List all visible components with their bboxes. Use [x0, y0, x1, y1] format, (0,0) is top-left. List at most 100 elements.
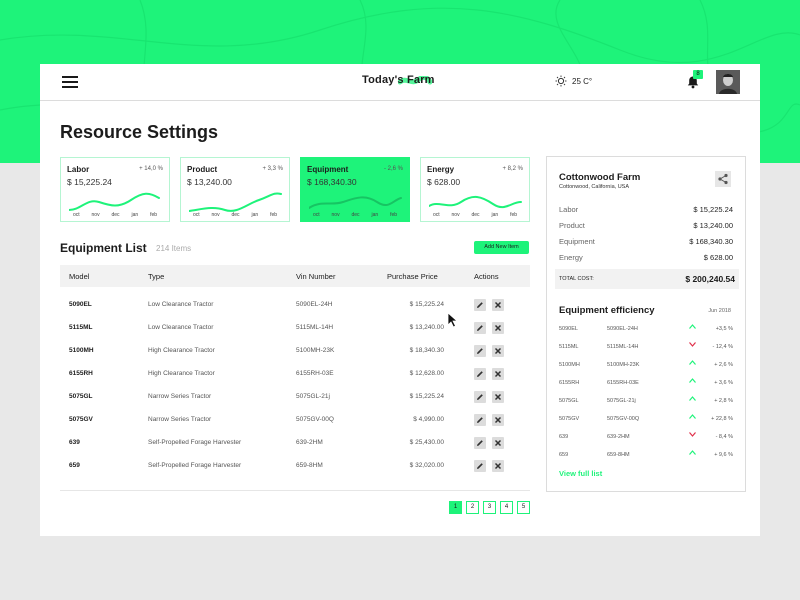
- page-button-1[interactable]: 1: [449, 501, 462, 514]
- page-button-5[interactable]: 5: [517, 501, 530, 514]
- farm-summary-panel: Cottonwood Farm Cottonwood, California, …: [546, 156, 746, 492]
- menu-icon[interactable]: [62, 76, 78, 88]
- page-button-2[interactable]: 2: [466, 501, 479, 514]
- stat-ticks: oct nov dec jan feb: [427, 212, 523, 218]
- efficiency-percent: + 3,6 %: [714, 380, 733, 386]
- efficiency-row: 5100MH 5100MH-23K + 2,6 %: [559, 360, 733, 372]
- stat-tick-label: nov: [451, 212, 460, 218]
- edit-button[interactable]: [474, 437, 486, 449]
- view-full-list-link[interactable]: View full list: [559, 469, 602, 478]
- trend-up-icon: [689, 414, 696, 419]
- edit-button[interactable]: [474, 414, 486, 426]
- delete-button[interactable]: [492, 414, 504, 426]
- efficiency-vin: 5115ML-14H: [607, 344, 639, 350]
- table-row[interactable]: 5115ML Low Clearance Tractor 5115ML-14H $ 1…: [60, 318, 530, 340]
- avatar[interactable]: [716, 70, 740, 94]
- close-icon: [494, 370, 502, 378]
- trend-up-icon: [689, 396, 696, 401]
- stat-tick-label: jan: [491, 212, 499, 218]
- cell-vin: 639-2HM: [296, 439, 323, 446]
- close-icon: [494, 301, 502, 309]
- close-icon: [494, 393, 502, 401]
- trend-up-icon: [689, 360, 696, 365]
- table-row[interactable]: 5100MH High Clearance Tractor 5100MH-23K $ …: [60, 341, 530, 363]
- delete-button[interactable]: [492, 368, 504, 380]
- efficiency-trend: [689, 432, 696, 439]
- cell-vin: 5100MH-23K: [296, 347, 335, 354]
- stat-value: $ 15,225.24: [67, 177, 112, 187]
- stat-change: - 2,6 %: [383, 166, 403, 172]
- efficiency-trend: [689, 396, 696, 403]
- pencil-icon: [477, 348, 483, 354]
- cell-price: $ 25,430.00: [409, 439, 444, 446]
- cell-price: $ 15,225.24: [409, 301, 444, 308]
- cost-amount: $ 13,240.00: [693, 221, 733, 230]
- column-header-model[interactable]: Model: [69, 272, 89, 281]
- edit-button[interactable]: [474, 299, 486, 311]
- cell-price: $ 4,990.00: [413, 416, 444, 423]
- share-button[interactable]: [715, 171, 731, 187]
- edit-button[interactable]: [474, 345, 486, 357]
- cell-model: 5075GL: [69, 393, 93, 400]
- stat-tick-label: feb: [150, 212, 158, 218]
- efficiency-vin: 5100MH-23K: [607, 362, 640, 368]
- column-header-type[interactable]: Type: [148, 272, 164, 281]
- cell-model: 5100MH: [69, 347, 94, 354]
- table-row[interactable]: 639 Self-Propelled Forage Harvester 639-2H…: [60, 433, 530, 455]
- trend-up-icon: [689, 378, 696, 383]
- table-row[interactable]: 5075GL Narrow Series Tractor 5075GL-21j $ 1…: [60, 387, 530, 409]
- stat-tick-label: dec: [111, 212, 120, 218]
- stat-card-energy[interactable]: Energy + 8,2 % $ 628.00 oct nov dec jan feb: [420, 157, 530, 222]
- efficiency-row: 5075GL 5075GL-21j + 2,8 %: [559, 396, 733, 408]
- cell-type: Low Clearance Tractor: [148, 324, 214, 331]
- table-row[interactable]: 5090EL Low Clearance Tractor 5090EL-24H $ 1…: [60, 295, 530, 317]
- delete-button[interactable]: [492, 299, 504, 311]
- table-row[interactable]: 5075GV Narrow Series Tractor 5075GV-00Q $ 4…: [60, 410, 530, 432]
- stat-tick-label: dec: [471, 212, 480, 218]
- stat-value: $ 168,340.30: [307, 177, 357, 187]
- delete-button[interactable]: [492, 460, 504, 472]
- efficiency-vin: 639-2HM: [607, 434, 630, 440]
- stat-card-product[interactable]: Product + 3,3 % $ 13,240.00 oct nov dec jan feb: [180, 157, 290, 222]
- cell-model: 5115ML: [69, 324, 93, 331]
- edit-button[interactable]: [474, 368, 486, 380]
- delete-button[interactable]: [492, 391, 504, 403]
- delete-button[interactable]: [492, 322, 504, 334]
- efficiency-percent: - 8,4 %: [715, 434, 733, 440]
- page-button-3[interactable]: 3: [483, 501, 496, 514]
- column-header-actions: Actions: [474, 272, 499, 281]
- table-divider: [60, 490, 530, 491]
- cell-price: $ 15,225.24: [409, 393, 444, 400]
- edit-button[interactable]: [474, 460, 486, 472]
- edit-button[interactable]: [474, 391, 486, 403]
- total-cost-label: TOTAL COST:: [559, 276, 594, 282]
- cell-vin: 5075GV-00Q: [296, 416, 334, 423]
- add-new-item-button[interactable]: Add New Item: [474, 241, 529, 254]
- column-header-vin[interactable]: Vin Number: [296, 272, 335, 281]
- table-row[interactable]: 6155RH High Clearance Tractor 6155RH-03E $ …: [60, 364, 530, 386]
- efficiency-trend: [689, 414, 696, 421]
- column-header-price[interactable]: Purchase Price: [387, 272, 438, 281]
- cell-type: Narrow Series Tractor: [148, 416, 212, 423]
- page-button-4[interactable]: 4: [500, 501, 513, 514]
- stat-sparkline: [69, 192, 160, 211]
- cell-model: 5075GV: [69, 416, 93, 423]
- efficiency-percent: +3,5 %: [715, 326, 733, 332]
- stat-card-labor[interactable]: Labor + 14,0 % $ 15,225.24 oct nov dec jan feb: [60, 157, 170, 222]
- cost-label: Product: [559, 221, 585, 230]
- pencil-icon: [477, 394, 483, 400]
- pencil-icon: [477, 325, 483, 331]
- delete-button[interactable]: [492, 437, 504, 449]
- cost-amount: $ 628.00: [703, 253, 733, 262]
- cell-model: 639: [69, 439, 80, 446]
- stat-card-equipment[interactable]: Equipment - 2,6 % $ 168,340.30 oct nov dec jan…: [300, 157, 410, 222]
- pencil-icon: [477, 417, 483, 423]
- cell-price: $ 12,628.00: [409, 370, 444, 377]
- delete-button[interactable]: [492, 345, 504, 357]
- edit-button[interactable]: [474, 322, 486, 334]
- efficiency-date: Jun 2018: [708, 308, 731, 314]
- stat-tick-label: nov: [211, 212, 220, 218]
- table-row[interactable]: 659 Self-Propelled Forage Harvester 659-8H…: [60, 456, 530, 478]
- cost-label: Energy: [559, 253, 583, 262]
- stat-tick-label: dec: [231, 212, 240, 218]
